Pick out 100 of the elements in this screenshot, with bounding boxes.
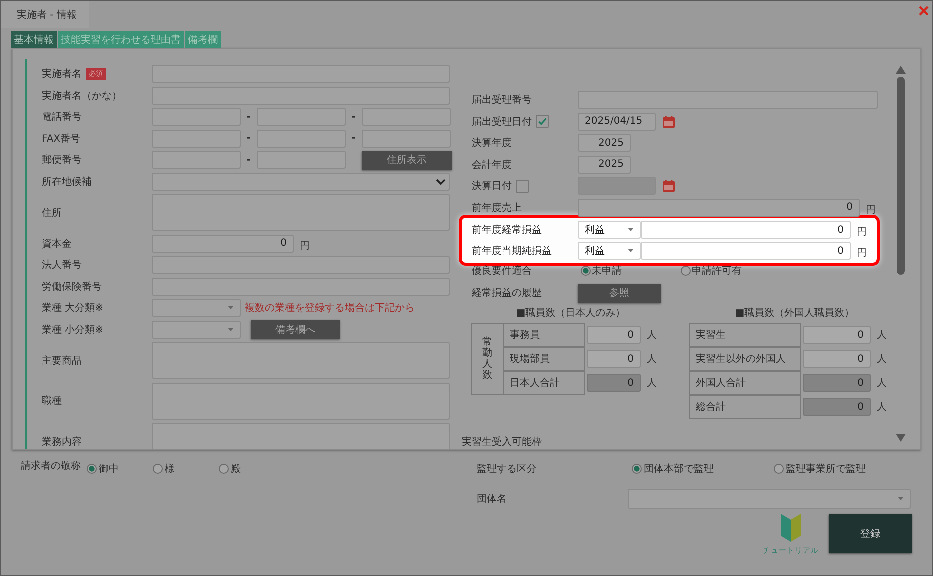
radio-button[interactable]: [219, 464, 229, 474]
row-label: 事務員: [510, 328, 540, 342]
field-label: 決算年度: [472, 136, 512, 150]
separator-text: -: [246, 154, 252, 166]
radio-button[interactable]: [153, 464, 163, 474]
count-field[interactable]: 0: [803, 326, 871, 344]
row-label: 実習生以外の外国人: [696, 352, 786, 366]
row-label: 外国人合計: [696, 376, 746, 390]
scroll-down-icon[interactable]: [896, 434, 906, 442]
radio-label[interactable]: 申請許可有: [692, 264, 742, 278]
radio-label[interactable]: 未申請: [592, 264, 622, 278]
field-label: 請求者の敬称: [21, 460, 82, 474]
input-field[interactable]: 0: [578, 198, 860, 216]
radio-label[interactable]: 御中: [99, 462, 119, 476]
field-label: 団体名: [477, 493, 508, 506]
scrollbar[interactable]: [897, 77, 905, 275]
tab[interactable]: 基本情報: [11, 31, 57, 48]
unit-label: 人: [647, 329, 657, 342]
section-heading: ■職員数（日本人のみ）: [515, 306, 627, 320]
checkbox[interactable]: [516, 180, 529, 192]
field-label: FAX番号: [42, 132, 81, 146]
text-area[interactable]: [152, 342, 450, 379]
separator-text: -: [350, 112, 358, 122]
count-field[interactable]: 0: [587, 326, 641, 344]
dropdown[interactable]: 利益: [578, 221, 641, 239]
remarks-button[interactable]: 備考欄へ: [251, 320, 340, 339]
field-label: 所在地候補: [42, 176, 92, 188]
dropdown[interactable]: [152, 320, 241, 338]
separator-text: -: [246, 133, 252, 144]
dropdown[interactable]: [628, 489, 911, 509]
field-label: 経常損益の履歴: [472, 286, 542, 300]
text-area[interactable]: [152, 423, 450, 449]
unit-label: 人: [647, 377, 657, 390]
caret-icon: [228, 328, 234, 332]
radio-button[interactable]: [774, 464, 784, 474]
input-field[interactable]: 0: [641, 221, 851, 239]
radio-label[interactable]: 殿: [231, 462, 241, 476]
close-icon[interactable]: [918, 5, 930, 17]
unit-label: 人: [877, 377, 887, 390]
submit-button[interactable]: 登録: [829, 514, 912, 553]
checkbox[interactable]: [536, 115, 549, 128]
separator-text: -: [350, 133, 358, 144]
radio-label[interactable]: 団体本部で監理: [644, 462, 714, 476]
date-field[interactable]: 2025/04/15: [578, 112, 656, 130]
field-label: 住所: [42, 206, 62, 220]
field-label: 届出受理日付: [472, 116, 532, 128]
field-label: 優良要件適合: [472, 264, 532, 278]
calendar-icon[interactable]: [662, 114, 676, 128]
input-field[interactable]: 2025: [578, 156, 631, 174]
field-label: 実施者名: [42, 68, 82, 81]
radio-button[interactable]: [581, 266, 591, 276]
view-button[interactable]: 参照: [578, 284, 661, 302]
radio-button[interactable]: [681, 266, 691, 276]
field-label: 法人番号: [42, 258, 82, 272]
caret-icon: [898, 497, 904, 501]
field-label: 業種 小分類※: [42, 324, 104, 336]
dropdown[interactable]: [152, 299, 241, 317]
field-label: 職種: [42, 394, 62, 408]
unit-label: 円: [857, 226, 867, 239]
radio-button[interactable]: [632, 464, 642, 474]
window-title: 実施者 - 情報: [1, 1, 89, 28]
radio-button[interactable]: [87, 464, 97, 474]
field-label: 会計年度: [472, 158, 512, 172]
checkmark-icon: [537, 116, 548, 127]
row-label: 日本人合計: [510, 376, 560, 390]
dropdown[interactable]: [152, 172, 450, 190]
field-label: 前年度経常損益: [472, 224, 542, 237]
input-field[interactable]: 2025: [578, 134, 631, 152]
unit-label: 人: [877, 329, 887, 342]
address-button[interactable]: 住所表示: [362, 150, 452, 170]
radio-label[interactable]: 様: [165, 462, 175, 476]
count-field[interactable]: 0: [587, 350, 641, 368]
field-label: 実施者名（かな）: [42, 90, 122, 102]
field-label: 実習生受入可能枠: [462, 436, 542, 449]
count-field[interactable]: 0: [803, 350, 871, 368]
unit-label: 円: [857, 247, 867, 260]
unit-label: 円: [866, 204, 876, 216]
section-heading: ■職員数（外国人職員数）: [734, 306, 856, 320]
count-field: 0: [587, 374, 641, 392]
field-label: 前年度当期純損益: [472, 244, 552, 258]
caret-icon: [628, 249, 634, 253]
row-label: 現場部員: [510, 352, 550, 366]
field-label: 労働保険番号: [42, 280, 102, 294]
chevron-shield-icon: [781, 514, 801, 542]
unit-label: 人: [877, 401, 887, 414]
dropdown[interactable]: 利益: [578, 242, 641, 260]
field-label: 前年度売上: [472, 202, 522, 214]
field-label: 電話番号: [42, 110, 82, 124]
calendar-icon[interactable]: [662, 179, 676, 193]
row-label: 総合計: [696, 400, 726, 414]
field-label: 業務内容: [42, 436, 82, 448]
group-label: 常勤人数: [482, 337, 492, 381]
caret-icon: [228, 306, 234, 310]
field-label: 業種 大分類※: [42, 302, 104, 315]
separator-text: -: [246, 112, 252, 122]
input-field[interactable]: 0: [152, 234, 294, 252]
input-field[interactable]: 0: [641, 242, 851, 260]
radio-label[interactable]: 監理事業所で監理: [786, 462, 866, 476]
row-label: 実習生: [696, 328, 726, 342]
scroll-up-icon[interactable]: [896, 66, 906, 74]
